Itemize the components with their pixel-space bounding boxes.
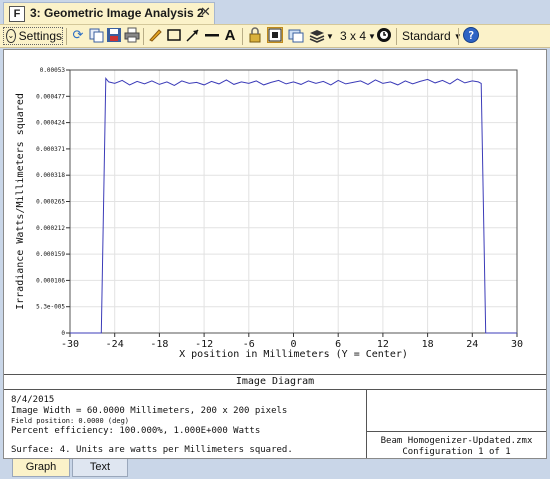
image-width-text: Image Width = 60.0000 Millimeters, 200 x… <box>11 406 288 416</box>
view-tabs: Graph Text <box>0 459 550 479</box>
analysis-window-tab[interactable]: F 3: Geometric Image Analysis 2 ✕ <box>3 2 215 24</box>
style-label: Standard <box>402 29 451 43</box>
tab-graph[interactable]: Graph <box>12 459 70 477</box>
y-tick-label: 0 <box>61 330 65 337</box>
lock-icon[interactable] <box>247 27 263 43</box>
x-tick-label: 18 <box>422 339 434 350</box>
x-tick-label: 24 <box>466 339 478 350</box>
save-icon[interactable] <box>106 27 122 43</box>
x-tick-label: 30 <box>511 339 523 350</box>
irradiance-chart: -30 -24 -18 -12 -6 0 6 12 18 24 3005.3e-0050.00010… <box>15 67 523 360</box>
settings-label: Settings <box>18 29 62 43</box>
diagram-info: 8/4/2015 Image Width = 60.0000 Millimete… <box>4 389 367 458</box>
date-text: 8/4/2015 <box>11 395 55 405</box>
y-tick-label: 0.00053 <box>40 67 66 74</box>
analysis-panel: -30 -24 -18 -12 -6 0 6 12 18 24 30 0 5.3e-005 0.00010… <box>3 49 547 459</box>
arrow-icon[interactable] <box>185 27 201 43</box>
close-icon[interactable]: ✕ <box>200 5 211 20</box>
clock-icon[interactable] <box>376 27 392 43</box>
y-tick-label: 0.000424 <box>36 120 65 127</box>
configuration-text: Configuration 1 of 1 <box>402 447 511 457</box>
y-tick-label: 0.000318 <box>36 172 65 179</box>
title-bar: F 3: Geometric Image Analysis 2 ✕ <box>0 0 550 24</box>
plot-area: -30 -24 -18 -12 -6 0 6 12 18 24 30 0 5.3e-005 0.00010… <box>4 50 546 374</box>
line-icon[interactable] <box>204 27 220 43</box>
x-tick-label: -24 <box>106 339 124 350</box>
y-axis-label: Irradiance Watts/Millimeters squared <box>15 93 26 310</box>
svg-text:?: ? <box>468 29 475 42</box>
pencil-icon[interactable] <box>147 27 163 43</box>
y-tick-label: 0.000371 <box>36 146 65 153</box>
x-axis-label: X position in Millimeters (Y = Center) <box>179 349 408 360</box>
grid-layout-dropdown[interactable]: 3 x 4 ▼ <box>340 27 376 45</box>
text-icon[interactable]: A <box>222 27 238 44</box>
y-tick-label: 0.000265 <box>36 199 65 206</box>
separator <box>242 28 243 45</box>
field-position-text: Field position: 0.0000 (deg) <box>11 417 130 425</box>
y-tick-label: 0.000477 <box>36 93 65 100</box>
file-name-text: Beam Homogenizer-Updated.zmx <box>380 436 533 446</box>
separator <box>143 28 144 45</box>
x-tick-label: -30 <box>61 339 79 350</box>
chevron-down-icon: ⌄ <box>6 29 16 43</box>
style-dropdown[interactable]: Standard ▼ <box>402 27 462 45</box>
y-tick-label: 0.000106 <box>36 277 65 284</box>
file-info: Beam Homogenizer-Updated.zmx Configurati… <box>367 389 546 458</box>
copy-icon[interactable] <box>88 27 104 43</box>
separator <box>458 28 459 45</box>
window-title: 3: Geometric Image Analysis 2 <box>30 6 204 20</box>
separator <box>66 28 67 45</box>
window-icon[interactable] <box>288 27 304 43</box>
y-tick-label: 0.000212 <box>36 225 65 232</box>
surface-text: Surface: 4. Units are watts per Millimet… <box>11 445 293 455</box>
grid-layout-label: 3 x 4 <box>340 29 367 43</box>
divider <box>367 431 546 432</box>
chevron-down-icon: ▼ <box>368 31 376 41</box>
rectangle-icon[interactable] <box>166 27 182 43</box>
toolbar: ⌄ Settings ⟳ A ▼ 3 x 4 ▼ Standard ? <box>0 24 550 48</box>
layers-icon[interactable]: ▼ <box>309 27 334 45</box>
x-tick-label: -18 <box>150 339 168 350</box>
settings-button[interactable]: ⌄ Settings <box>3 27 63 45</box>
y-tick-label: 5.3e-005 <box>36 304 65 311</box>
tab-text[interactable]: Text <box>72 459 128 477</box>
refresh-icon[interactable]: ⟳ <box>70 27 86 43</box>
zemax-f-icon: F <box>9 6 25 22</box>
diagram-caption: Image Diagram <box>4 374 546 390</box>
y-tick-label: 0.000159 <box>36 251 65 258</box>
print-icon[interactable] <box>124 27 140 43</box>
help-icon[interactable]: ? <box>463 27 479 43</box>
efficiency-text: Percent efficiency: 100.000%, 1.000E+000… <box>11 426 261 436</box>
fit-icon[interactable] <box>267 27 283 43</box>
separator <box>396 28 397 45</box>
